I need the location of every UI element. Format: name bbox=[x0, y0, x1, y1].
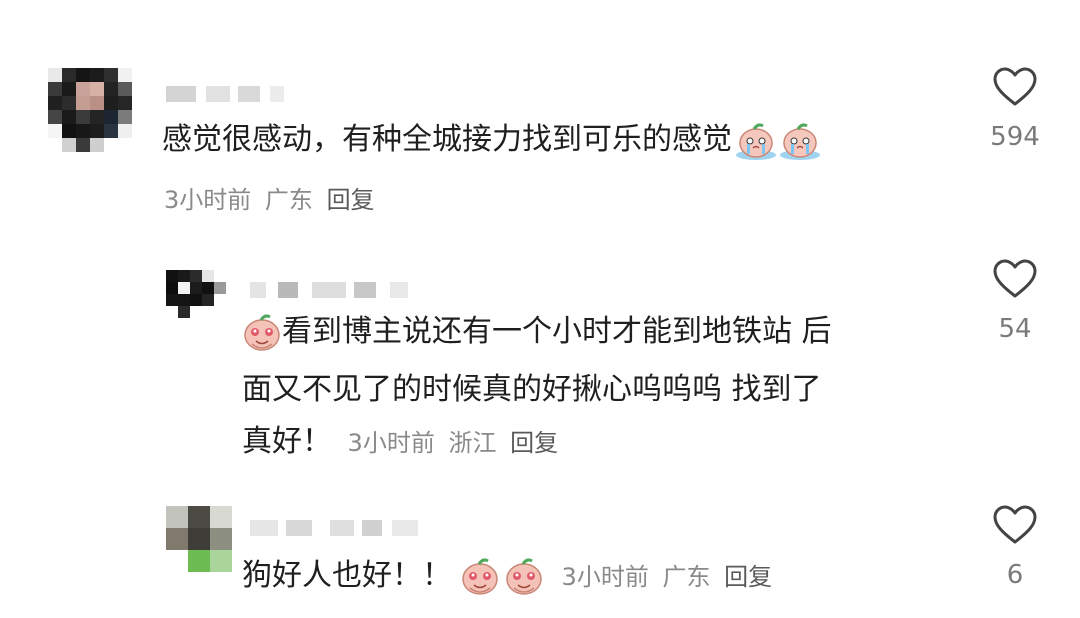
crying-peach-emoji bbox=[734, 121, 778, 161]
comment-text: 感觉很感动，有种全城接力找到可乐的感觉 bbox=[162, 122, 732, 157]
heart-outline-icon[interactable] bbox=[992, 66, 1038, 108]
heart-outline-icon[interactable] bbox=[992, 258, 1038, 300]
comment-location: 广东 bbox=[264, 186, 313, 214]
like-count: 54 bbox=[998, 314, 1032, 344]
crying-peach-emoji bbox=[778, 121, 822, 161]
username-blurred[interactable] bbox=[250, 520, 420, 536]
touched-peach-emoji bbox=[504, 558, 544, 596]
touched-peach-emoji bbox=[460, 558, 500, 596]
comment-location: 浙江 bbox=[448, 429, 497, 457]
like-count: 6 bbox=[1006, 560, 1024, 590]
touched-peach-emoji bbox=[242, 314, 282, 352]
like-count: 594 bbox=[990, 122, 1040, 152]
avatar[interactable] bbox=[166, 506, 232, 572]
reply-button[interactable]: 回复 bbox=[327, 186, 375, 214]
reply-button[interactable]: 回复 bbox=[724, 563, 772, 591]
comment-time: 3小时前 bbox=[347, 429, 435, 457]
username-blurred[interactable] bbox=[250, 282, 430, 298]
comment-meta: 3小时前 广东 回复 bbox=[562, 563, 773, 591]
comment-text-line-1: 看到博主说还有一个小时才能到地铁站 后 bbox=[282, 314, 832, 349]
heart-outline-icon[interactable] bbox=[992, 504, 1038, 546]
reply-button[interactable]: 回复 bbox=[510, 429, 558, 457]
username-blurred[interactable] bbox=[166, 86, 306, 102]
avatar[interactable] bbox=[166, 270, 226, 318]
comment-meta: 3小时前 广东 回复 bbox=[164, 180, 375, 215]
comment-text: 狗好人也好！！ bbox=[242, 558, 452, 593]
comment-text-line-3: 真好！ bbox=[242, 424, 332, 459]
comment-time: 3小时前 bbox=[164, 186, 252, 214]
avatar[interactable] bbox=[48, 68, 132, 152]
comment-time: 3小时前 bbox=[561, 563, 649, 591]
comment-meta: 3小时前 浙江 回复 bbox=[348, 429, 559, 457]
comment-location: 广东 bbox=[662, 563, 711, 591]
comment-text-line-2: 面又不见了的时候真的好揪心呜呜呜 找到了 bbox=[242, 372, 822, 407]
